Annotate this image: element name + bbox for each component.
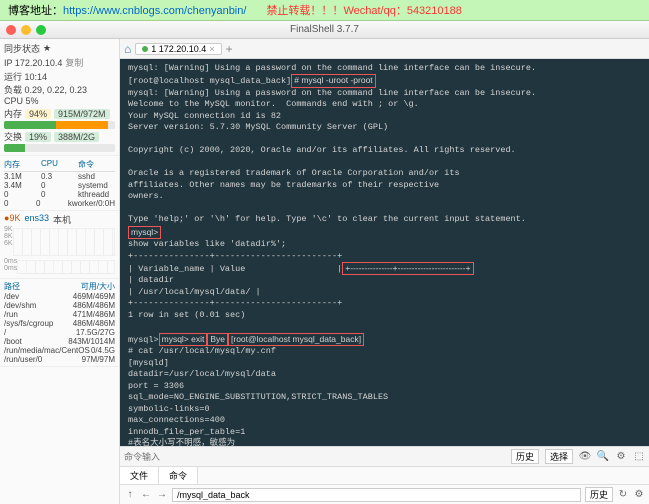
close-tab-icon[interactable]: × bbox=[209, 44, 214, 54]
process-row[interactable]: 00kworker/0:0H bbox=[4, 199, 115, 208]
traffic-lights[interactable] bbox=[6, 25, 46, 35]
zoom-icon[interactable] bbox=[36, 25, 46, 35]
tab-command[interactable]: 命令 bbox=[159, 467, 198, 484]
up-icon[interactable]: ↑ bbox=[124, 489, 136, 501]
eye-icon[interactable]: 👁 bbox=[579, 451, 591, 463]
search-icon[interactable]: 🔍 bbox=[597, 451, 609, 463]
filesystem-section: 路径可用/大小 /dev469M/469M/dev/shm486M/486M/r… bbox=[0, 279, 119, 367]
net-chart bbox=[13, 228, 115, 256]
window-title: FinalShell 3.7.7 bbox=[290, 24, 359, 35]
terminal-tab[interactable]: 1 172.20.10.4× bbox=[135, 43, 221, 55]
terminal-output[interactable]: mysql: [Warning] Using a password on the… bbox=[120, 59, 649, 446]
gear-icon[interactable]: ⚙ bbox=[633, 489, 645, 501]
status-ip: IP 172.20.10.4 bbox=[4, 58, 62, 68]
banner-warning: 禁止转载！！！Wechat/qq：543210188 bbox=[266, 2, 461, 18]
refresh-icon[interactable]: ↻ bbox=[617, 489, 629, 501]
fs-row[interactable]: /17.5G/27G bbox=[4, 328, 115, 337]
status-cpu: CPU 5% bbox=[4, 96, 115, 106]
window-titlebar: FinalShell 3.7.7 bbox=[0, 21, 649, 39]
fs-row[interactable]: /run/user/097M/97M bbox=[4, 355, 115, 364]
process-row[interactable]: 3.4M0systemd bbox=[4, 181, 115, 190]
blog-url[interactable]: https://www.cnblogs.com/chenyanbin/ bbox=[63, 5, 246, 17]
minimize-icon[interactable] bbox=[21, 25, 31, 35]
status-runtime: 运行 10:14 bbox=[4, 70, 115, 83]
tab-file[interactable]: 文件 bbox=[120, 467, 159, 484]
mem-bar bbox=[4, 121, 115, 129]
bottom-panel: 文件 命令 ↑ ← → 历史 ↻ ⚙ bbox=[120, 466, 649, 504]
history-button[interactable]: 历史 bbox=[511, 449, 539, 464]
back-icon[interactable]: ← bbox=[140, 489, 152, 501]
fs-row[interactable]: /run/media/mac/CentOS0/4.5G bbox=[4, 346, 115, 355]
fs-row[interactable]: /sys/fs/cgroup486M/486M bbox=[4, 319, 115, 328]
command-input[interactable] bbox=[124, 452, 505, 462]
process-row[interactable]: 00kthreadd bbox=[4, 190, 115, 199]
sidebar: 同步状态 ★ IP 172.20.10.4 复制 运行 10:14 负载 0.2… bbox=[0, 39, 120, 504]
fs-row[interactable]: /run471M/486M bbox=[4, 310, 115, 319]
pin-icon[interactable]: ⬚ bbox=[633, 451, 645, 463]
ping-chart bbox=[17, 260, 115, 274]
copy-button[interactable]: 复制 bbox=[65, 56, 83, 69]
process-section: 内存CPU命令 3.1M0.3sshd3.4M0systemd00kthread… bbox=[0, 156, 119, 211]
process-row[interactable]: 3.1M0.3sshd bbox=[4, 172, 115, 181]
more-icon[interactable]: ⚙ bbox=[615, 451, 627, 463]
forward-icon[interactable]: → bbox=[156, 489, 168, 501]
select-button[interactable]: 选择 bbox=[545, 449, 573, 464]
path-input[interactable] bbox=[172, 488, 581, 502]
close-icon[interactable] bbox=[6, 25, 16, 35]
network-section: ●9Kens33本机 9K8K6K 0ms0ms bbox=[0, 211, 119, 279]
blog-banner: 博客地址：https://www.cnblogs.com/chenyanbin/… bbox=[0, 0, 649, 21]
home-icon[interactable]: ⌂ bbox=[124, 42, 131, 56]
status-dot-icon bbox=[142, 46, 148, 52]
fs-row[interactable]: /dev469M/469M bbox=[4, 292, 115, 301]
swap-bar bbox=[4, 144, 115, 152]
status-load: 负载 0.29, 0.22, 0.23 bbox=[4, 83, 115, 96]
terminal-tabbar: ⌂ 1 172.20.10.4× + bbox=[120, 39, 649, 59]
status-title: 同步状态 bbox=[4, 42, 40, 55]
fs-row[interactable]: /boot843M/1014M bbox=[4, 337, 115, 346]
command-bar: 历史 选择 👁 🔍 ⚙ ⬚ bbox=[120, 446, 649, 466]
status-section: 同步状态 ★ IP 172.20.10.4 复制 运行 10:14 负载 0.2… bbox=[0, 39, 119, 156]
add-tab-button[interactable]: + bbox=[226, 42, 233, 56]
fs-row[interactable]: /dev/shm486M/486M bbox=[4, 301, 115, 310]
